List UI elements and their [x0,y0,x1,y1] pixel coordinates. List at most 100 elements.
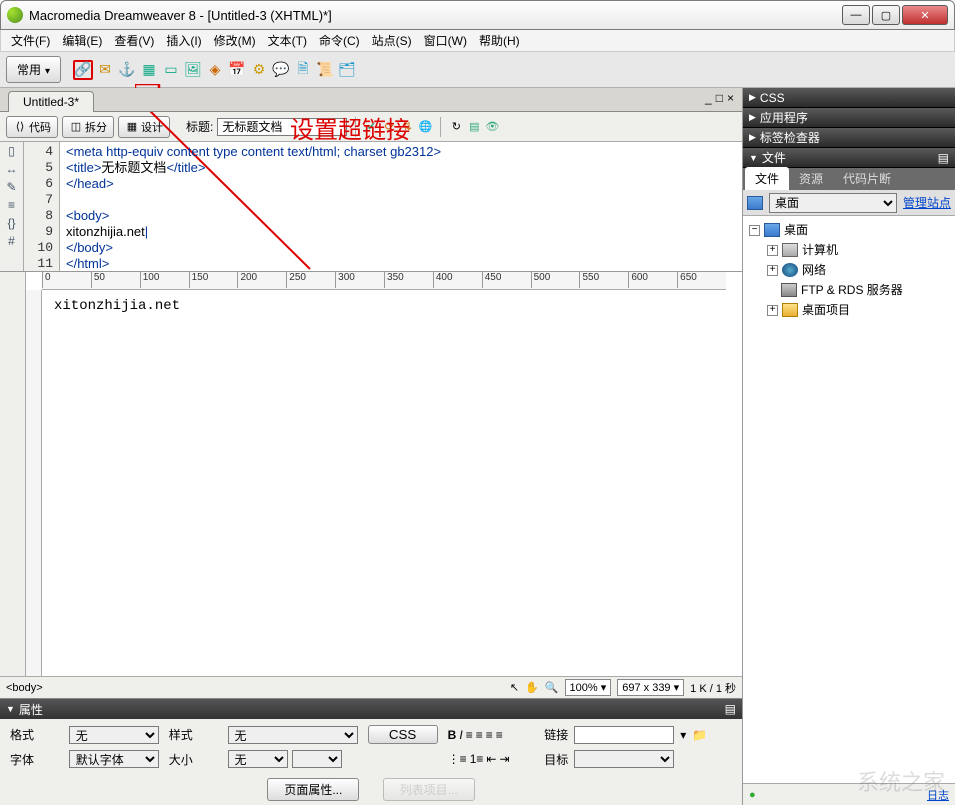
menu-file[interactable]: 文件(F) [5,30,56,51]
outdent-icon[interactable]: ⇤ [486,752,496,766]
italic-button[interactable]: I [459,728,462,742]
indent-icon[interactable]: ⇥ [499,752,509,766]
server-icon[interactable]: ⚙ [249,60,269,80]
target-select[interactable] [574,750,674,768]
validate-icon[interactable]: ✔ [364,120,378,134]
check-icon[interactable]: ⟳ [382,120,396,134]
menu-insert[interactable]: 插入(I) [160,30,207,51]
list-item-button[interactable]: 列表项目... [383,778,475,801]
code-tool-icon[interactable]: ≡ [8,198,15,212]
code-editor[interactable]: ▯ ↔ ✎ ≡ {} # 456789101112 <meta http-equ… [0,142,742,272]
hand-tool-icon[interactable]: ✋ [525,681,539,694]
files-panel-header[interactable]: 文件▤ [743,148,955,168]
menu-commands[interactable]: 命令(C) [313,30,366,51]
zoom-tool-icon[interactable]: 🔍 [545,681,559,694]
css-button[interactable]: CSS [368,725,438,744]
code-tool-icon[interactable]: ▯ [8,144,15,158]
manage-sites-link[interactable]: 管理站点 [903,194,951,211]
code-tool-icon[interactable]: ✎ [6,180,16,194]
code-view-button[interactable]: ⟨⟩代码 [6,116,58,138]
comment-icon[interactable]: 💬 [271,60,291,80]
ready-icon: ● [749,789,756,801]
div-icon[interactable]: ▭ [161,60,181,80]
align-center-icon[interactable]: ≡ [476,728,483,742]
horizontal-ruler: 050100150200250300350400450500550600650 [42,272,726,290]
doc-minimize-icon[interactable]: _ [705,91,712,105]
script-icon[interactable]: 📜 [315,60,335,80]
tree-collapse-icon[interactable]: − [749,225,760,236]
size-unit[interactable] [292,750,342,768]
bold-button[interactable]: B [448,728,457,742]
code-tool-icon[interactable]: {} [7,216,15,230]
preview-icon[interactable]: 🌐 [418,120,432,134]
templates-icon[interactable]: 🗂 [337,60,357,80]
design-view-button[interactable]: ▦设计 [118,116,170,138]
folder-icon[interactable]: 📁 [692,728,707,742]
document-title-input[interactable] [217,118,347,136]
align-justify-icon[interactable]: ≡ [496,728,503,742]
hyperlink-icon[interactable]: 🔗 [73,60,93,80]
file-tree[interactable]: −桌面 +计算机 +网络 FTP & RDS 服务器 +桌面项目 [743,216,955,783]
tree-expand-icon[interactable]: + [767,245,778,256]
format-select[interactable]: 无 [69,726,159,744]
window-maximize-button[interactable]: ▢ [872,5,900,25]
date-icon[interactable]: 📅 [227,60,247,80]
files-tab-snippets[interactable]: 代码片断 [833,167,901,190]
files-status: ● 日志 [743,783,955,805]
files-tab-files[interactable]: 文件 [745,167,789,190]
tree-expand-icon[interactable]: + [767,305,778,316]
style-select[interactable]: 无 [228,726,358,744]
tag-selector[interactable]: <body> [6,682,510,694]
font-label: 字体 [10,751,59,768]
menu-modify[interactable]: 修改(M) [208,30,262,51]
image-icon[interactable]: 🖼 [183,60,203,80]
list-ul-icon[interactable]: ⋮≡ [448,752,467,766]
named-anchor-icon[interactable]: ⚓ [117,60,137,80]
doc-restore-icon[interactable]: □ [716,91,723,105]
font-select[interactable]: 默认字体 [69,750,159,768]
media-icon[interactable]: ◈ [205,60,225,80]
window-size[interactable]: 697 x 339 ▾ [617,679,684,696]
menu-edit[interactable]: 编辑(E) [56,30,108,51]
code-body[interactable]: <meta http-equiv content type content te… [60,142,742,271]
site-select[interactable]: 桌面 [769,193,897,213]
menu-text[interactable]: 文本(T) [262,30,313,51]
split-view-button[interactable]: ◫拆分 [62,116,114,138]
email-link-icon[interactable]: ✉ [95,60,115,80]
page-properties-button[interactable]: 页面属性... [267,778,359,801]
insert-category-dropdown[interactable]: 常用 [6,56,61,83]
head-icon[interactable]: 🗎 [293,60,313,80]
application-panel-header[interactable]: 应用程序 [743,108,955,128]
select-tool-icon[interactable]: ↖ [510,681,519,694]
table-icon[interactable]: ▦ [139,60,159,80]
link-dropdown-icon[interactable]: ▾ [680,728,686,742]
design-canvas[interactable]: xitonzhijia.net [44,292,726,676]
file-mgmt-icon[interactable]: ⇅ [400,120,414,134]
design-view[interactable]: 050100150200250300350400450500550600650 … [0,272,742,676]
code-tool-icon[interactable]: ↔ [6,162,18,176]
zoom-level[interactable]: 100% ▾ [565,679,612,696]
menu-help[interactable]: 帮助(H) [473,30,526,51]
tag-inspector-header[interactable]: 标签检查器 [743,128,955,148]
files-tab-assets[interactable]: 资源 [789,167,833,190]
tree-expand-icon[interactable]: + [767,265,778,276]
menu-window[interactable]: 窗口(W) [418,30,473,51]
refresh-icon[interactable]: ↻ [449,120,463,134]
link-input[interactable] [574,726,674,744]
visual-aids-icon[interactable]: 👁 [485,120,499,134]
list-ol-icon[interactable]: 1≡ [470,752,484,766]
document-tab[interactable]: Untitled-3* [8,91,94,112]
menu-view[interactable]: 查看(V) [108,30,160,51]
doc-close-icon[interactable]: × [727,91,734,105]
window-close-button[interactable]: ✕ [902,5,948,25]
log-link[interactable]: 日志 [927,787,949,803]
align-right-icon[interactable]: ≡ [486,728,493,742]
properties-header[interactable]: 属性▤ [0,699,742,719]
code-tool-icon[interactable]: # [8,234,15,248]
menu-site[interactable]: 站点(S) [366,30,418,51]
size-select[interactable]: 无 [228,750,288,768]
view-options-icon[interactable]: ▤ [467,120,481,134]
align-left-icon[interactable]: ≡ [466,728,473,742]
css-panel-header[interactable]: CSS [743,88,955,108]
window-minimize-button[interactable]: — [842,5,870,25]
